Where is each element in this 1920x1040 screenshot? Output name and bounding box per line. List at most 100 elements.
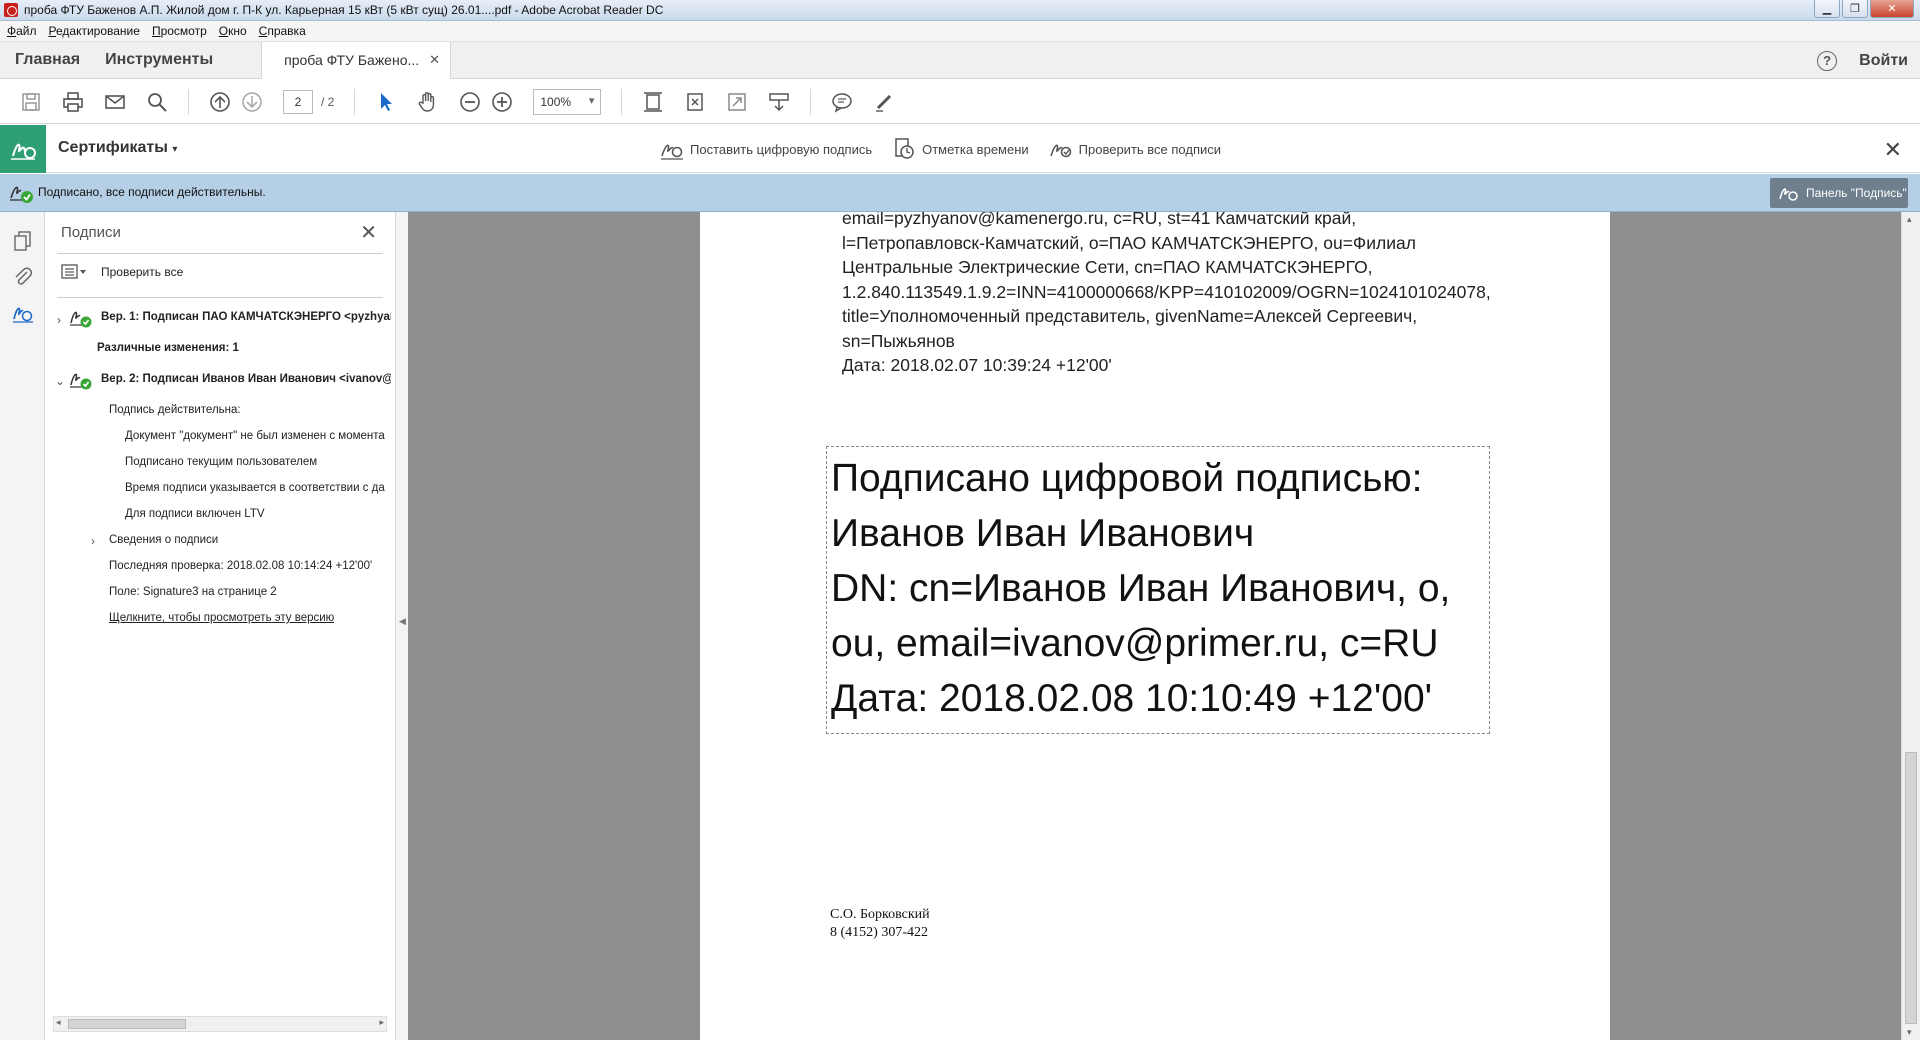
tab-home[interactable]: Главная <box>15 51 80 69</box>
select-tool-icon[interactable] <box>375 91 397 113</box>
digital-sign-button[interactable]: Поставить цифровую подпись <box>660 138 872 160</box>
previous-page-icon[interactable] <box>209 91 231 113</box>
signature-field-box[interactable]: Подписано цифровой подписью: Иванов Иван… <box>826 446 1490 734</box>
valid-signature-icon <box>69 369 93 394</box>
tab-document-label: проба ФТУ Бажено... <box>284 52 420 68</box>
cert-line: email=pyzhyanov@kamenergo.ru, c=RU, st=4… <box>842 212 1357 228</box>
navigation-pane-strip <box>0 212 45 1040</box>
timestamp-label: Отметка времени <box>922 141 1029 157</box>
main-toolbar: 2 / 2 100% <box>0 80 1920 124</box>
signature-valid-heading: Подпись действительна: <box>109 404 241 416</box>
scroll-left-icon[interactable]: ◂ <box>56 1017 61 1028</box>
toolbar-separator <box>188 88 189 115</box>
menu-view[interactable]: Просмотр <box>152 24 207 38</box>
rotate-view-icon[interactable] <box>684 91 706 113</box>
close-certificates-icon[interactable]: ✕ <box>1884 137 1902 163</box>
signatures-panel-title: Подписи <box>61 224 121 241</box>
certificates-tool-icon <box>0 125 46 173</box>
next-page-icon[interactable] <box>241 91 263 113</box>
help-icon[interactable]: ? <box>1817 50 1838 71</box>
signature-field: Поле: Signature3 на странице 2 <box>109 586 277 598</box>
tab-tools[interactable]: Инструменты <box>105 51 213 69</box>
digital-sign-label: Поставить цифровую подпись <box>690 141 873 157</box>
attachments-icon[interactable] <box>12 266 34 288</box>
cert-line: Дата: 2018.02.07 10:39:24 +12'00' <box>842 355 1112 375</box>
scrollbar-thumb[interactable] <box>1905 752 1917 1024</box>
signature-panel-icon <box>1779 188 1798 201</box>
comment-icon[interactable] <box>831 91 853 113</box>
options-menu-icon[interactable] <box>61 264 87 280</box>
menu-bar: Файл Редактирование Просмотр Окно Справк… <box>0 21 1920 42</box>
last-checked: Последняя проверка: 2018.02.08 10:14:24 … <box>109 560 373 572</box>
tab-document[interactable]: проба ФТУ Бажено... ✕ <box>261 41 452 79</box>
collapse-panel-icon[interactable]: ◀ <box>399 616 406 627</box>
signature-panel-label: Панель "Подпись" <box>1806 186 1907 200</box>
window-title: проба ФТУ Баженов А.П. Жилой дом г. П-К … <box>24 3 664 17</box>
minimize-button[interactable]: ▁ <box>1814 0 1840 18</box>
cert-line: l=Петропавловск-Камчатский, o=ПАО КАМЧАТ… <box>842 232 1416 253</box>
panel-splitter[interactable]: ◀ <box>396 212 408 1040</box>
signature-details[interactable]: Сведения о подписи <box>109 534 218 546</box>
certificates-menu[interactable]: Сертификаты ▾ <box>58 139 177 157</box>
close-tab-icon[interactable]: ✕ <box>429 52 440 68</box>
verify-all-button[interactable]: Проверить все <box>61 264 183 280</box>
signature-revision-1[interactable]: Вер. 1: Подписан ПАО КАМЧАТСКЭНЕРГО <pyz… <box>101 311 391 323</box>
maximize-button[interactable]: ❐ <box>1842 0 1868 18</box>
signature-line: Подписано цифровой подписью: <box>831 457 1423 500</box>
chevron-right-icon[interactable]: › <box>57 313 61 327</box>
divider <box>57 253 383 254</box>
signature-status-bar: Подписано, все подписи действительны. Па… <box>0 174 1920 212</box>
page-footer-contact: С.О. Борковский 8 (4152) 307-422 <box>830 906 930 942</box>
fit-page-icon[interactable] <box>642 91 664 113</box>
cert-line: sn=Пыжьянов <box>842 330 955 351</box>
title-bar: проба ФТУ Баженов А.П. Жилой дом г. П-К … <box>0 0 1920 21</box>
signed-by-current-user: Подписано текущим пользователем <box>125 456 318 468</box>
pdf-page: email=pyzhyanov@kamenergo.ru, c=RU, st=4… <box>700 212 1610 1040</box>
verify-all-signatures-button[interactable]: Проверить все подписи <box>1049 138 1221 160</box>
toolbar-separator <box>810 88 812 115</box>
acrobat-icon <box>4 3 18 17</box>
zoom-select[interactable]: 100% <box>533 88 602 115</box>
search-icon[interactable] <box>146 91 168 113</box>
signature-status-message: Подписано, все подписи действительны. <box>38 185 266 199</box>
signature-revision-2[interactable]: Вер. 2: Подписан Иванов Иван Иванович <i… <box>101 373 391 385</box>
chevron-down-icon[interactable]: ⌄ <box>55 374 65 388</box>
scroll-mode-icon[interactable] <box>768 91 790 113</box>
scroll-down-icon[interactable]: ▾ <box>1907 1027 1912 1038</box>
scrollbar-thumb[interactable] <box>68 1019 186 1029</box>
signature-line: DN: cn=Иванов Иван Иванович, o, <box>831 567 1451 610</box>
pages-thumbnails-icon[interactable] <box>12 230 34 252</box>
panel-horizontal-scrollbar[interactable]: ◂ ▸ <box>53 1016 387 1032</box>
full-screen-icon[interactable] <box>726 91 748 113</box>
signin-button[interactable]: Войти <box>1859 52 1908 70</box>
signature-panel-button[interactable]: Панель "Подпись" <box>1770 178 1908 208</box>
menu-file[interactable]: Файл <box>7 24 37 38</box>
scroll-up-icon[interactable]: ▴ <box>1907 214 1912 225</box>
menu-window[interactable]: Окно <box>219 24 247 38</box>
document-not-modified: Документ "документ" не был изменен с мом… <box>125 430 385 442</box>
menu-edit[interactable]: Редактирование <box>49 24 140 38</box>
digital-sign-icon <box>661 144 683 160</box>
email-icon[interactable] <box>104 91 126 113</box>
close-window-button[interactable]: ✕ <box>1870 0 1914 18</box>
signature-line: Дата: 2018.02.08 10:10:49 +12'00' <box>831 677 1433 720</box>
divider <box>57 297 383 298</box>
scroll-right-icon[interactable]: ▸ <box>379 1017 384 1028</box>
timestamp-button[interactable]: Отметка времени <box>892 138 1029 160</box>
highlight-pen-icon[interactable] <box>873 91 895 113</box>
print-icon[interactable] <box>62 91 84 113</box>
verify-all-signatures-label: Проверить все подписи <box>1078 141 1222 157</box>
zoom-value: 100% <box>540 94 572 109</box>
signatures-panel-icon[interactable] <box>12 302 34 324</box>
chevron-right-icon[interactable]: › <box>91 534 95 548</box>
view-version-link[interactable]: Щелкните, чтобы просмотреть эту версию <box>109 612 334 624</box>
close-panel-icon[interactable]: ✕ <box>360 220 377 245</box>
zoom-out-icon[interactable] <box>459 91 481 113</box>
page-number-input[interactable]: 2 <box>283 89 313 114</box>
hand-tool-icon[interactable] <box>417 91 439 113</box>
zoom-in-icon[interactable] <box>491 91 513 113</box>
save-icon[interactable] <box>20 91 42 113</box>
menu-help[interactable]: Справка <box>259 24 306 38</box>
verify-all-label: Проверить все <box>101 265 184 279</box>
document-vertical-scrollbar[interactable]: ▴ ▾ <box>1901 212 1920 1040</box>
